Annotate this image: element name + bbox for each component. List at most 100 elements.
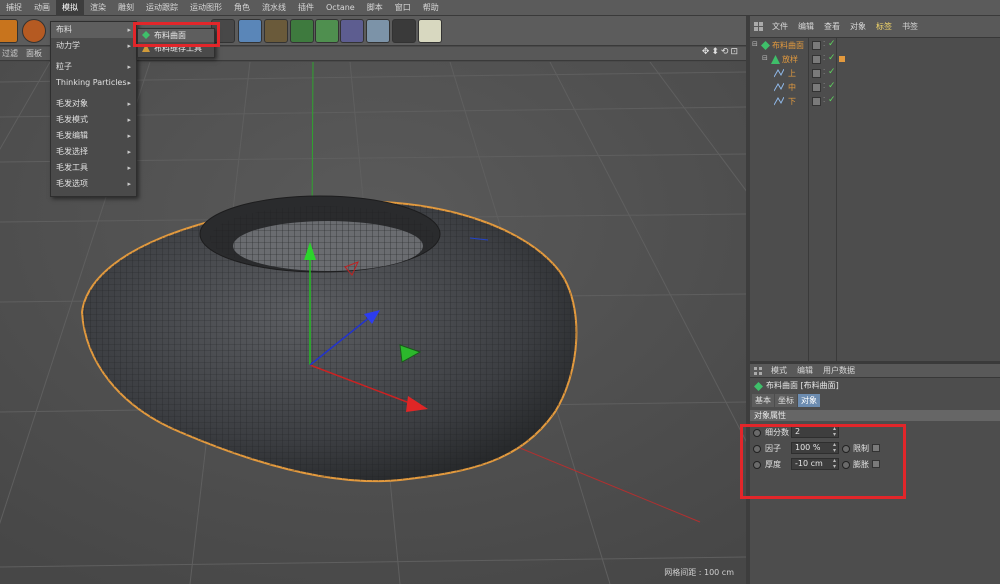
enabled-check-icon[interactable]: ✓ [828, 53, 836, 63]
enabled-check-icon[interactable]: ✓ [828, 67, 836, 77]
menu-help[interactable]: 帮助 [417, 0, 445, 16]
cube-icon[interactable] [238, 19, 262, 43]
om-menu-view[interactable]: 查看 [819, 21, 845, 32]
menu-item-label: 毛发选择 [56, 147, 88, 156]
menu-item-particles[interactable]: 粒子 ▸ [51, 59, 136, 75]
object-name[interactable]: 中 [788, 82, 796, 93]
om-menu-objects[interactable]: 对象 [845, 21, 871, 32]
attribute-manager-menu: 模式 编辑 用户数据 [750, 364, 1000, 378]
menu-item-thinking-particles[interactable]: Thinking Particles ▸ [51, 75, 136, 91]
deformer-icon[interactable] [340, 19, 364, 43]
object-name[interactable]: 上 [788, 68, 796, 79]
submenu-arrow-icon: ▸ [127, 26, 131, 34]
menu-mograph[interactable]: 运动图形 [184, 0, 228, 16]
visibility-dots-icon[interactable]: ⁚ [823, 40, 825, 48]
menu-animate[interactable]: 动画 [28, 0, 56, 16]
visibility-dots-icon[interactable]: ⁚ [823, 96, 825, 104]
menu-item-hair-tools[interactable]: 毛发工具 ▸ [51, 160, 136, 176]
viewport-nav-icons[interactable]: ✥⬍⟲⊡ [702, 47, 740, 57]
array-icon[interactable] [315, 19, 339, 43]
menu-octane[interactable]: Octane [320, 0, 361, 16]
enabled-check-icon[interactable]: ✓ [828, 39, 836, 49]
layer-checkbox[interactable] [812, 69, 821, 78]
object-row-top[interactable]: 上 ⁚ ✓ [750, 67, 1000, 81]
viewport-filter-menu[interactable]: 过滤 [2, 48, 18, 59]
menu-item-hair-edit[interactable]: 毛发编辑 ▸ [51, 128, 136, 144]
layer-checkbox[interactable] [812, 41, 821, 50]
layer-checkbox[interactable] [812, 55, 821, 64]
submenu-arrow-icon: ▸ [127, 79, 131, 87]
enabled-check-icon[interactable]: ✓ [828, 81, 836, 91]
collapse-icon[interactable]: ⊟ [752, 40, 758, 48]
layer-checkbox[interactable] [812, 83, 821, 92]
menu-character[interactable]: 角色 [228, 0, 256, 16]
light-icon[interactable] [418, 19, 442, 43]
object-row-middle[interactable]: 中 ⁚ ✓ [750, 81, 1000, 95]
submenu-arrow-icon: ▸ [127, 180, 131, 188]
am-menu-edit[interactable]: 编辑 [792, 365, 818, 376]
visibility-dots-icon[interactable]: ⁚ [823, 54, 825, 62]
am-menu-user-data[interactable]: 用户数据 [818, 365, 860, 376]
viewport-panel-menu[interactable]: 面板 [26, 48, 42, 59]
tab-object[interactable]: 对象 [798, 394, 820, 407]
tab-coord[interactable]: 坐标 [775, 394, 797, 407]
grid-icon [754, 22, 763, 31]
subdivision-icon[interactable] [290, 19, 314, 43]
menu-item-hair-options[interactable]: 毛发选项 ▸ [51, 176, 136, 192]
rotate-icon[interactable] [22, 19, 46, 43]
visibility-dots-icon[interactable]: ⁚ [823, 82, 825, 90]
visibility-dots-icon[interactable]: ⁚ [823, 68, 825, 76]
object-row-loft[interactable]: ⊟ 放样 ⁚ ✓ [750, 53, 1000, 67]
object-manager-menu: 文件 编辑 查看 对象 标签 书签 [750, 16, 1000, 38]
menu-render[interactable]: 渲染 [84, 0, 112, 16]
highlight-box-attributes [740, 424, 906, 499]
object-name[interactable]: 放样 [782, 54, 798, 65]
menu-item-label: 毛发选项 [56, 179, 88, 188]
collapse-icon[interactable]: ⊟ [762, 54, 768, 62]
menu-sculpt[interactable]: 雕刻 [112, 0, 140, 16]
cinema4d-window: 捕捉 动画 模拟 渲染 雕刻 运动跟踪 运动图形 角色 流水线 插件 Octan… [0, 0, 1000, 584]
object-row-bottom[interactable]: 下 ⁚ ✓ [750, 95, 1000, 109]
menu-pipeline[interactable]: 流水线 [256, 0, 292, 16]
om-menu-tags[interactable]: 标签 [871, 21, 897, 32]
spline-icon [774, 69, 784, 78]
menu-item-label: 毛发对象 [56, 99, 88, 108]
menu-item-label: 毛发模式 [56, 115, 88, 124]
menu-item-hair-mode[interactable]: 毛发模式 ▸ [51, 112, 136, 128]
om-menu-edit[interactable]: 编辑 [793, 21, 819, 32]
layer-checkbox[interactable] [812, 97, 821, 106]
menu-item-label: 毛发工具 [56, 163, 88, 172]
object-name[interactable]: 下 [788, 96, 796, 107]
menu-item-cloth[interactable]: 布料 ▸ [51, 22, 136, 38]
menu-motion-tracking[interactable]: 运动跟踪 [140, 0, 184, 16]
menu-script[interactable]: 脚本 [361, 0, 389, 16]
menu-simulate[interactable]: 模拟 [56, 0, 84, 16]
menu-plugins[interactable]: 插件 [292, 0, 320, 16]
tab-basic[interactable]: 基本 [752, 394, 774, 407]
spline-icon [774, 97, 784, 106]
menu-item-hair-objects[interactable]: 毛发对象 ▸ [51, 96, 136, 112]
object-name[interactable]: 布料曲面 [772, 40, 804, 51]
cloth-surface-icon [754, 382, 763, 391]
highlight-box-cloth-surface [133, 22, 220, 47]
live-selection-icon[interactable] [0, 19, 18, 43]
menu-item-hair-select[interactable]: 毛发选择 ▸ [51, 144, 136, 160]
menu-item-label: 粒子 [56, 62, 72, 71]
object-row-cloth-surface[interactable]: ⊟ 布料曲面 ⁚ ✓ [750, 39, 1000, 53]
enabled-check-icon[interactable]: ✓ [828, 95, 836, 105]
menu-snap[interactable]: 捕捉 [0, 0, 28, 16]
tag-icon[interactable] [839, 56, 845, 62]
menu-item-dynamics[interactable]: 动力学 ▸ [51, 38, 136, 54]
grid-spacing-label: 网格间距 : 100 cm [664, 568, 734, 577]
am-menu-mode[interactable]: 模式 [766, 365, 792, 376]
menu-window[interactable]: 窗口 [389, 0, 417, 16]
menu-item-label: 毛发编辑 [56, 131, 88, 140]
om-menu-bookmarks[interactable]: 书签 [897, 21, 923, 32]
om-menu-file[interactable]: 文件 [767, 21, 793, 32]
submenu-arrow-icon: ▸ [127, 116, 131, 124]
spline-icon [774, 83, 784, 92]
floor-icon[interactable] [366, 19, 390, 43]
submenu-arrow-icon: ▸ [127, 148, 131, 156]
pen-icon[interactable] [264, 19, 288, 43]
camera-icon[interactable] [392, 19, 416, 43]
